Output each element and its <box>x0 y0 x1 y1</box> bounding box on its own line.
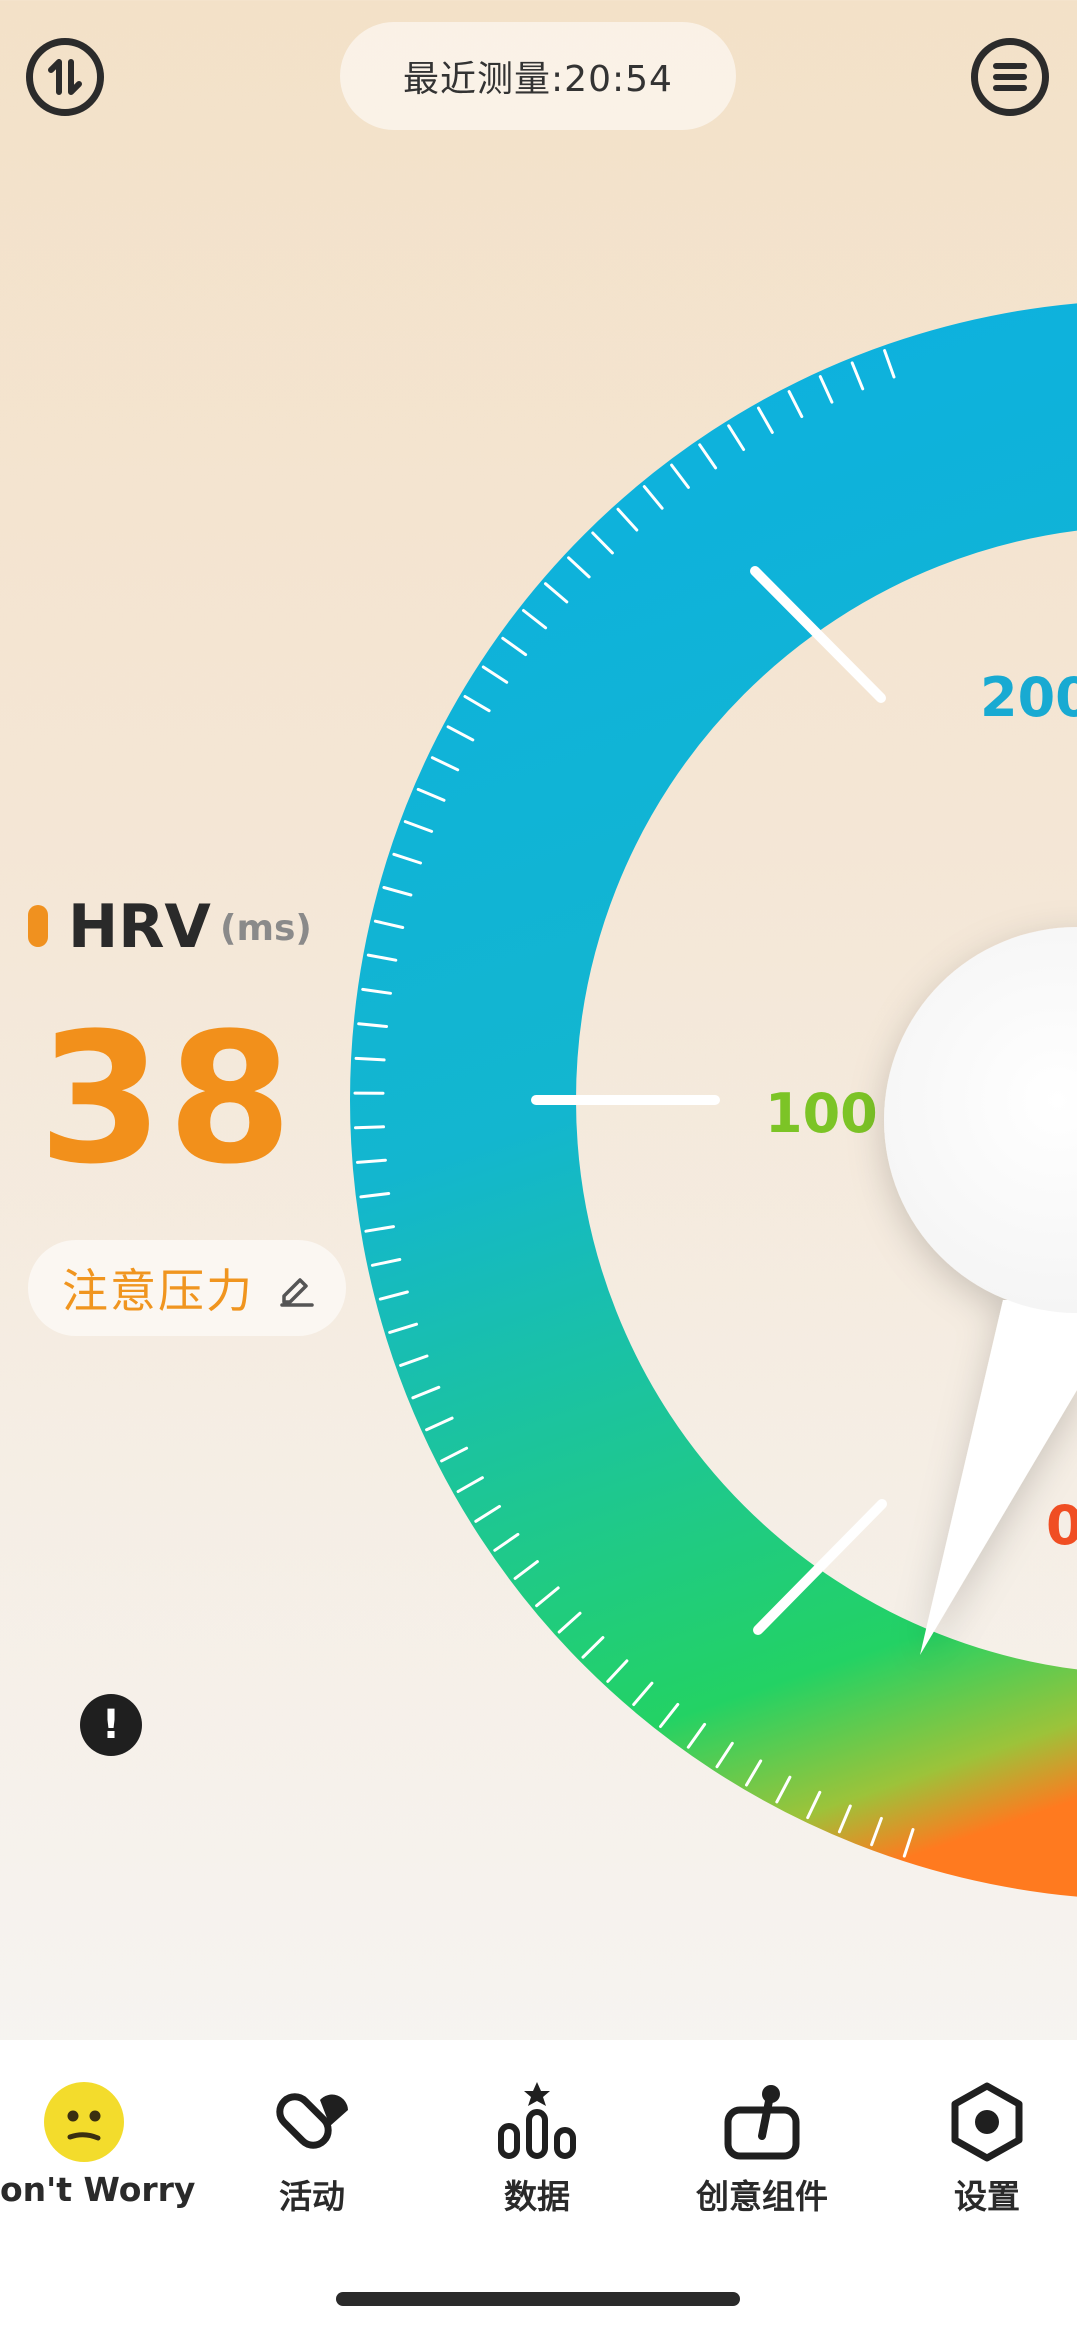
nav-label-dont-worry: Don't Worry <box>0 2170 196 2209</box>
hrv-unit: (ms) <box>220 908 312 949</box>
hrv-title: HRV <box>68 892 211 962</box>
gauge-minor-tick <box>354 1125 385 1130</box>
nav-label-widgets: 创意组件 <box>696 2177 828 2216</box>
info-button[interactable]: ! <box>80 1694 142 1756</box>
hrv-marker <box>28 905 48 947</box>
data-icon <box>498 2082 576 2159</box>
activity-icon <box>276 2093 348 2149</box>
face-icon <box>44 2082 124 2162</box>
nav-item-data[interactable]: 数据 <box>437 2080 637 2218</box>
nav-label-settings: 设置 <box>954 2177 1020 2216</box>
nav-item-settings[interactable]: 设置 <box>887 2080 1077 2218</box>
nav-item-activity[interactable]: 活动 <box>212 2080 412 2218</box>
nav-label-data: 数据 <box>504 2177 570 2216</box>
exclamation-icon: ! <box>101 1702 121 1748</box>
stress-status-text: 注意压力 <box>62 1264 254 1318</box>
gauge-label-100: 100 <box>765 1082 878 1145</box>
nav-label-activity: 活动 <box>279 2177 345 2216</box>
nav-item-dont-worry[interactable]: Don't Worry <box>0 2080 195 2209</box>
edit-icon <box>280 1278 314 1307</box>
gauge-label-200: 200 <box>980 666 1077 729</box>
settings-icon <box>951 2082 1023 2162</box>
home-indicator[interactable] <box>336 2292 740 2306</box>
widget-icon <box>724 2085 800 2160</box>
nav-item-widgets[interactable]: 创意组件 <box>662 2080 862 2218</box>
gauge-minor-tick <box>354 1056 386 1062</box>
stress-status-button[interactable]: 注意压力 <box>28 1240 346 1336</box>
gauge-label-0: 0 <box>1046 1494 1077 1557</box>
hrv-value: 38 <box>38 995 297 1204</box>
